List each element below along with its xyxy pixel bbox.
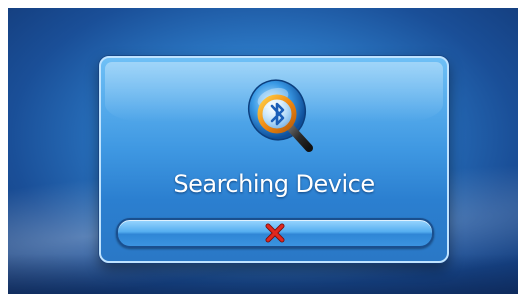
bluetooth-search-icon [248,79,313,152]
status-text: Searching Device [173,170,375,198]
close-x-icon [265,223,285,243]
screen-background: Searching Device [8,8,518,294]
searching-dialog: Searching Device [99,56,449,263]
cancel-button[interactable] [116,218,434,248]
